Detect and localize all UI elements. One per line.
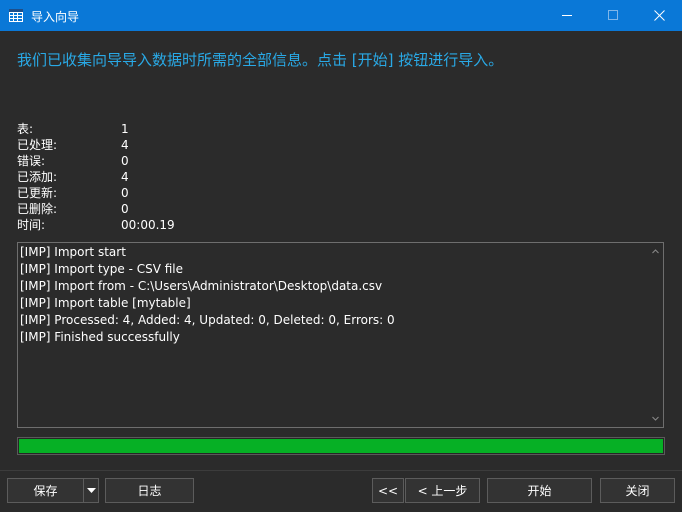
log-line: [IMP] Import table [mytable] [20,296,191,310]
log-output[interactable]: [IMP] Import start [IMP] Import type - C… [17,242,664,428]
table-grid-icon [9,9,23,22]
maximize-icon [607,10,618,20]
stat-label: 错误: [17,154,46,168]
log-button[interactable]: 日志 [105,478,194,503]
start-button[interactable]: 开始 [487,478,592,503]
log-lines: [IMP] Import start [IMP] Import type - C… [20,244,395,346]
import-progress-bar [17,437,665,455]
first-step-button[interactable]: << [372,478,404,503]
stat-label: 已处理: [17,138,58,152]
save-button[interactable]: 保存 [7,478,84,503]
close-window-button[interactable] [636,0,682,31]
log-line: [IMP] Import type - CSV file [20,262,184,276]
log-line: [IMP] Import from - C:\Users\Administrat… [20,279,383,293]
minimize-button[interactable] [544,0,590,31]
scroll-down-icon[interactable] [652,415,659,422]
title-bar[interactable]: 导入向导 [0,0,682,31]
stat-label: 时间: [17,218,46,232]
log-line: [IMP] Import start [20,245,126,259]
log-line: [IMP] Processed: 4, Added: 4, Updated: 0… [20,313,395,327]
stat-value: 0 [121,202,129,216]
minimize-icon [561,15,572,16]
window-title: 导入向导 [31,10,80,24]
triangle-down-icon [86,487,96,493]
stat-value: 00:00.19 [121,218,175,232]
log-scrollbar[interactable] [648,243,663,427]
previous-button[interactable]: < 上一步 [405,478,480,503]
stat-label: 已删除: [17,202,58,216]
stat-value: 0 [121,186,129,200]
stat-label: 已添加: [17,170,58,184]
stat-label: 表: [17,122,34,136]
log-line: [IMP] Finished successfully [20,330,180,344]
wizard-headline: 我们已收集向导导入数据时所需的全部信息。点击 [开始] 按钮进行导入。 [17,51,504,69]
stat-label: 已更新: [17,186,58,200]
close-icon [653,10,665,21]
stat-value: 4 [121,138,129,152]
maximize-button[interactable] [590,0,636,31]
stat-value: 0 [121,154,129,168]
progress-fill [19,439,663,453]
stat-value: 4 [121,170,129,184]
save-dropdown-button[interactable] [83,478,99,503]
close-button[interactable]: 关闭 [600,478,675,503]
scroll-up-icon[interactable] [652,248,659,255]
stat-value: 1 [121,122,129,136]
